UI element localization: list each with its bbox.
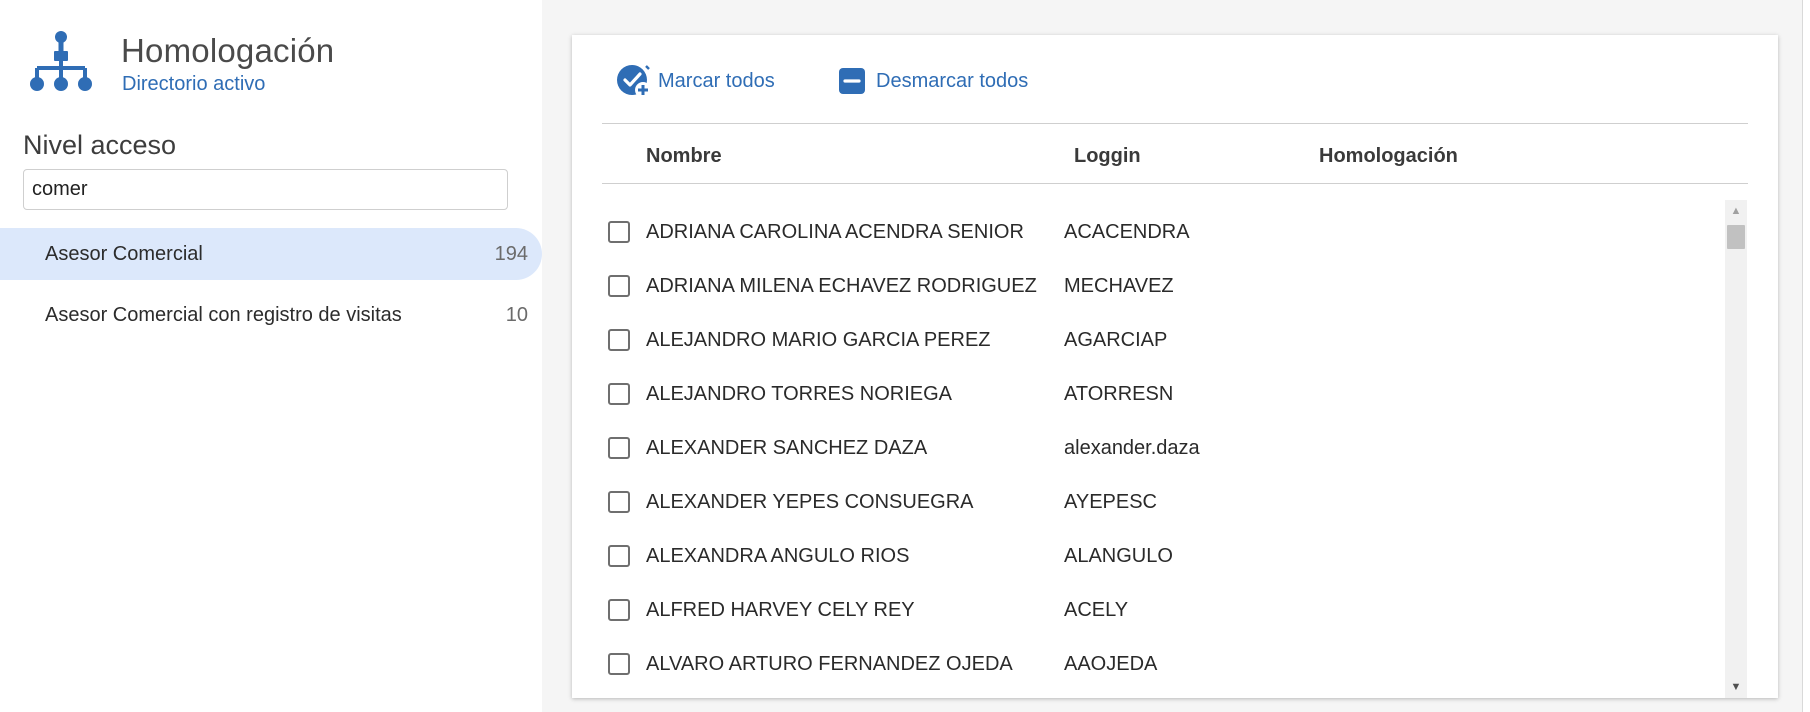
row-name: ALEXANDRA ANGULO RIOS — [646, 544, 910, 567]
row-login: ALANGULO — [1064, 544, 1173, 567]
row-checkbox[interactable] — [608, 491, 630, 513]
access-filter-input[interactable] — [23, 169, 508, 210]
row-checkbox[interactable] — [608, 653, 630, 675]
row-login: AAOJEDA — [1064, 652, 1158, 675]
row-name: ALFRED HARVEY CELY REY — [646, 598, 915, 621]
users-table-body: ADRIANA CAROLINA ACENDRA SENIOR ACACENDR… — [602, 200, 1722, 698]
row-login: AGARCIAP — [1064, 328, 1168, 351]
table-row: ADRIANA MILENA ECHAVEZ RODRIGUEZ MECHAVE… — [602, 259, 1722, 313]
table-row: ALEXANDER YEPES CONSUEGRA AYEPESC — [602, 475, 1722, 529]
mark-all-button[interactable]: Marcar todos — [616, 63, 775, 99]
column-header-loggin[interactable]: Loggin — [1074, 145, 1141, 168]
row-login: MECHAVEZ — [1064, 274, 1174, 297]
role-item-count: 194 — [494, 242, 528, 265]
role-item-label: Asesor Comercial — [45, 242, 203, 265]
window-edge — [1802, 0, 1810, 712]
unmark-all-label: Desmarcar todos — [876, 69, 1029, 92]
row-login: ACELY — [1064, 598, 1129, 621]
row-checkbox[interactable] — [608, 599, 630, 621]
scroll-up-arrow-icon[interactable]: ▲ — [1725, 200, 1747, 222]
table-row: ALEXANDER SANCHEZ DAZA alexander.daza — [602, 421, 1722, 475]
role-item-label: Asesor Comercial con registro de visitas — [45, 303, 402, 326]
header-divider — [602, 183, 1748, 184]
left-panel: Homologación Directorio activo Nivel acc… — [0, 0, 542, 712]
table-row: ALEXANDRA ANGULO RIOS ALANGULO — [602, 529, 1722, 583]
row-name: ADRIANA MILENA ECHAVEZ RODRIGUEZ — [646, 274, 1037, 297]
minus-box-icon — [834, 63, 870, 99]
table-row: ALEJANDRO TORRES NORIEGA ATORRESN — [602, 367, 1722, 421]
scroll-down-arrow-icon[interactable]: ▼ — [1725, 676, 1747, 698]
row-checkbox[interactable] — [608, 221, 630, 243]
table-row: ALEJANDRO MARIO GARCIA PEREZ AGARCIAP — [602, 313, 1722, 367]
section-title: Nivel acceso — [23, 130, 177, 160]
role-item-asesor-comercial[interactable]: Asesor Comercial 194 — [0, 228, 542, 280]
row-name: ALEXANDER SANCHEZ DAZA — [646, 436, 928, 459]
row-name: ALEJANDRO TORRES NORIEGA — [646, 382, 952, 405]
table-row: ALVARO ARTURO FERNANDEZ OJEDA AAOJEDA — [602, 637, 1722, 691]
row-name: ALEXANDER YEPES CONSUEGRA — [646, 490, 974, 513]
row-login: AYEPESC — [1064, 490, 1157, 513]
column-header-nombre[interactable]: Nombre — [646, 145, 722, 168]
row-login: ACACENDRA — [1064, 220, 1190, 243]
row-checkbox[interactable] — [608, 329, 630, 351]
check-add-icon — [616, 63, 652, 99]
row-name: ALVARO ARTURO FERNANDEZ OJEDA — [646, 652, 1013, 675]
role-item-asesor-comercial-visitas[interactable]: Asesor Comercial con registro de visitas… — [0, 289, 542, 341]
row-checkbox[interactable] — [608, 545, 630, 567]
row-checkbox[interactable] — [608, 437, 630, 459]
mark-all-label: Marcar todos — [658, 69, 775, 92]
row-login: ATORRESN — [1064, 382, 1174, 405]
app-title: Homologación — [121, 32, 335, 69]
table-row: ADRIANA CAROLINA ACENDRA SENIOR ACACENDR… — [602, 205, 1722, 259]
table-scrollbar[interactable]: ▲ ▼ — [1725, 200, 1747, 698]
unmark-all-button[interactable]: Desmarcar todos — [834, 63, 1028, 99]
table-row: ALFRED HARVEY CELY REY ACELY — [602, 583, 1722, 637]
role-item-count: 10 — [505, 303, 528, 326]
row-login: alexander.daza — [1064, 436, 1200, 459]
org-chart-icon — [30, 31, 92, 91]
row-checkbox[interactable] — [608, 383, 630, 405]
users-card: Marcar todos Desmarcar todos Nombre Logg… — [572, 35, 1778, 698]
row-name: ADRIANA CAROLINA ACENDRA SENIOR — [646, 220, 1024, 243]
app-subtitle: Directorio activo — [122, 73, 266, 95]
scroll-thumb[interactable] — [1727, 225, 1745, 249]
row-name: ALEJANDRO MARIO GARCIA PEREZ — [646, 328, 991, 351]
column-header-homologacion[interactable]: Homologación — [1319, 145, 1458, 168]
row-checkbox[interactable] — [608, 275, 630, 297]
toolbar-divider — [602, 123, 1748, 124]
